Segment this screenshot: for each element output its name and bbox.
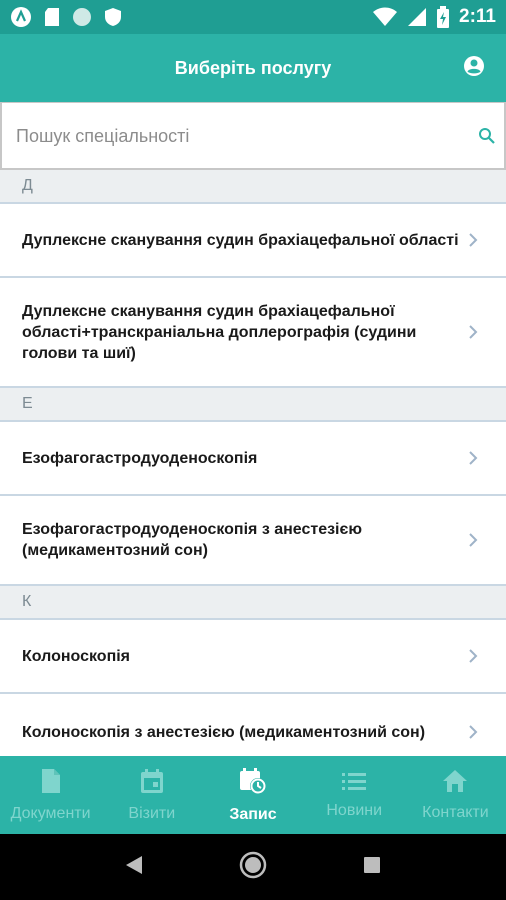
account-circle-icon bbox=[463, 55, 485, 82]
shield-icon bbox=[104, 7, 122, 27]
recents-button[interactable] bbox=[363, 856, 381, 879]
recents-square-icon bbox=[363, 856, 381, 879]
calendar-clock-icon bbox=[239, 767, 267, 800]
calendar-icon bbox=[140, 768, 164, 799]
list-item-label: Колоноскопія з анестезією (медикаментозн… bbox=[22, 723, 426, 741]
chevron-right-icon bbox=[469, 533, 478, 547]
home-circle-icon bbox=[239, 851, 267, 884]
list-item-label: Колоноскопія bbox=[22, 647, 131, 665]
nav-label: Контакти bbox=[422, 803, 489, 821]
profile-button[interactable] bbox=[462, 55, 486, 82]
list-icon bbox=[342, 771, 367, 796]
search-icon[interactable] bbox=[478, 127, 498, 147]
list-item-label: Езофагогастродуоденоскопія з анестезією … bbox=[22, 521, 362, 559]
chevron-right-icon bbox=[469, 325, 478, 339]
page-title: Виберіть послугу bbox=[174, 57, 332, 78]
nav-item-visits[interactable]: Візити bbox=[101, 756, 202, 834]
nav-label: Запис bbox=[229, 805, 277, 823]
section-header: К bbox=[0, 586, 506, 620]
section-header: Е bbox=[0, 388, 506, 422]
status-left-icons bbox=[10, 6, 122, 28]
list-item[interactable]: Колоноскопія bbox=[0, 620, 506, 694]
document-icon bbox=[40, 768, 62, 799]
app-bar: Виберіть послугу bbox=[0, 34, 506, 102]
chevron-right-icon bbox=[469, 451, 478, 465]
list-item[interactable]: Колоноскопія з анестезією (медикаментозн… bbox=[0, 694, 506, 756]
search-input[interactable] bbox=[16, 103, 466, 169]
nav-item-booking[interactable]: Запис bbox=[202, 756, 303, 834]
status-time: 2:11 bbox=[459, 6, 496, 27]
section-letter: Е bbox=[22, 395, 33, 412]
back-triangle-icon bbox=[125, 855, 143, 880]
chevron-right-icon bbox=[469, 725, 478, 739]
sd-card-icon bbox=[44, 7, 60, 27]
list-item[interactable]: Езофагогастродуоденоскопія bbox=[0, 422, 506, 496]
list-item[interactable]: Езофагогастродуоденоскопія з анестезією … bbox=[0, 496, 506, 586]
nav-item-news[interactable]: Новини bbox=[304, 756, 405, 834]
bottom-nav: Документи Візити Запис Новини Контакти bbox=[0, 756, 506, 834]
home-button[interactable] bbox=[239, 851, 267, 884]
nav-label: Документи bbox=[10, 804, 91, 822]
chevron-right-icon bbox=[469, 649, 478, 663]
back-button[interactable] bbox=[125, 855, 143, 880]
battery-icon bbox=[437, 6, 450, 28]
section-letter: Д bbox=[22, 177, 33, 194]
signal-icon bbox=[407, 7, 427, 27]
system-nav-bar bbox=[0, 834, 506, 900]
list-item[interactable]: Дуплексне сканування судин брахіацефальн… bbox=[0, 278, 506, 388]
circle-icon bbox=[72, 7, 92, 27]
arrow-app-icon bbox=[10, 6, 32, 28]
list-item-label: Езофагогастродуоденоскопія bbox=[22, 449, 258, 467]
status-bar: 2:11 bbox=[0, 0, 506, 34]
nav-item-documents[interactable]: Документи bbox=[0, 756, 101, 834]
section-header: Д bbox=[0, 170, 506, 204]
nav-label: Новини bbox=[326, 801, 383, 819]
nav-item-contacts[interactable]: Контакти bbox=[405, 756, 506, 834]
wifi-icon bbox=[373, 7, 398, 27]
chevron-right-icon bbox=[469, 233, 478, 247]
status-right-icons: 2:11 bbox=[373, 6, 496, 28]
list-item-label: Дуплексне сканування судин брахіацефальн… bbox=[22, 231, 459, 249]
list-item-label: Дуплексне сканування судин брахіацефальн… bbox=[22, 302, 417, 362]
nav-label: Візити bbox=[128, 804, 176, 822]
search-bar bbox=[0, 102, 506, 170]
section-letter: К bbox=[22, 593, 32, 610]
list-item[interactable]: Дуплексне сканування судин брахіацефальн… bbox=[0, 204, 506, 278]
home-icon bbox=[442, 769, 468, 798]
services-list: Д Дуплексне сканування судин брахіацефал… bbox=[0, 170, 506, 756]
